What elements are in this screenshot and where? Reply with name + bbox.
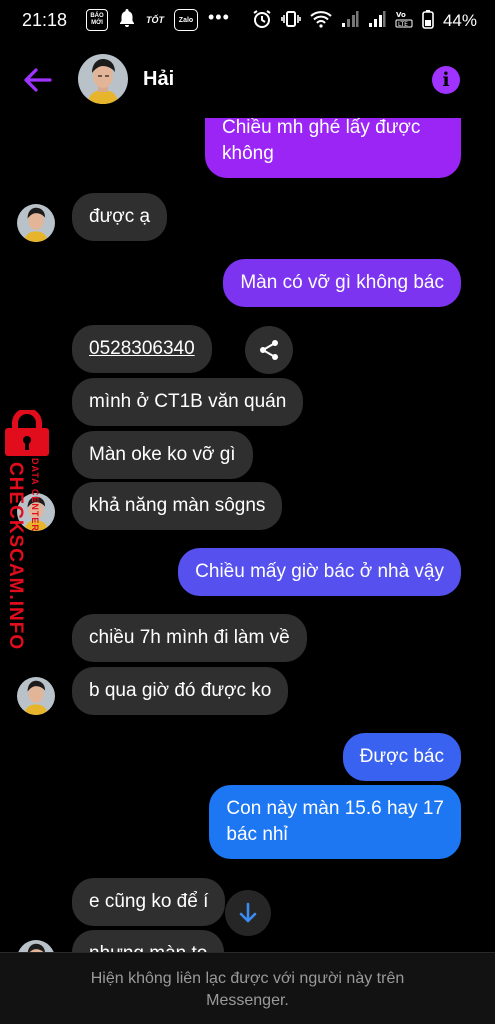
zalo-app-icon: Zalo — [174, 9, 198, 31]
volte-icon: Vo LTE — [395, 9, 413, 34]
info-icon[interactable]: i — [432, 66, 460, 94]
message-list[interactable]: Chiều mh ghé lấy được không được ạ Màn c… — [0, 118, 495, 952]
contact-avatar-small — [17, 204, 55, 242]
checkscam-watermark: CHECKSCAM.INFO DATA CENTER — [0, 408, 60, 651]
alarm-icon — [252, 9, 272, 34]
message-bubble-in[interactable]: nhưng màn to — [72, 930, 225, 952]
message-bubble-in[interactable]: b qua giờ đó được ko — [72, 667, 289, 715]
message-bubble-out[interactable]: Con này màn 15.6 hay 17 bác nhỉ — [209, 785, 461, 859]
more-notifications-icon: ••• — [208, 6, 230, 27]
bell-icon — [118, 8, 136, 33]
back-arrow-icon[interactable] — [22, 64, 54, 96]
chat-header: Hải i — [0, 42, 495, 118]
vibrate-icon — [281, 9, 301, 34]
contact-avatar-small — [17, 677, 55, 715]
message-bubble-out[interactable]: Màn có vỡ gì không bác — [223, 259, 461, 307]
messenger-screen: 21:18 BÁO MỚI TỐT Zalo ••• Vo LTE 44% Hả… — [0, 0, 495, 1024]
message-bubble-out[interactable]: Chiều mh ghé lấy được không — [205, 118, 461, 178]
contact-avatar[interactable] — [78, 54, 128, 104]
share-icon[interactable] — [245, 326, 293, 374]
message-bubble-in[interactable]: mình ở CT1B văn quán — [72, 378, 304, 426]
status-bar: 21:18 BÁO MỚI TỐT Zalo ••• Vo LTE 44% — [0, 0, 495, 42]
wifi-icon — [310, 10, 332, 33]
phone-number-link[interactable]: 0528306340 — [72, 325, 212, 373]
notification-icons: BÁO MỚI TỐT Zalo ••• — [86, 6, 230, 33]
svg-text:LTE: LTE — [398, 21, 408, 28]
message-bubble-in[interactable]: e cũng ko để í — [72, 878, 226, 926]
message-bubble-out[interactable]: Chiều mấy giờ bác ở nhà vậy — [178, 548, 461, 596]
svg-text:Vo: Vo — [396, 11, 406, 19]
baomoi-app-icon: BÁO MỚI — [86, 9, 108, 31]
tot-app-icon: TỐT — [146, 15, 164, 25]
contact-avatar-small — [17, 940, 55, 952]
message-bubble-in[interactable]: chiều 7h mình đi làm về — [72, 614, 307, 662]
unavailable-notice: Hiện không liên lạc được với người này t… — [0, 952, 495, 1024]
watermark-subtext: DATA CENTER — [30, 458, 40, 532]
message-bubble-out[interactable]: Được bác — [342, 733, 461, 781]
signal-lte-icon — [368, 10, 386, 33]
system-icons: Vo LTE 44% — [252, 9, 477, 33]
message-bubble-in[interactable]: khả năng màn sôgns — [72, 482, 283, 530]
message-bubble-in[interactable]: được ạ — [72, 193, 168, 241]
message-bubble-in[interactable]: Màn oke ko vỡ gì — [72, 431, 253, 479]
battery-level: 44% — [442, 11, 477, 30]
unavailable-notice-text: Hiện không liên lạc được với người này t… — [90, 970, 405, 1009]
scroll-down-icon[interactable] — [225, 890, 271, 936]
contact-name[interactable]: Hải — [143, 68, 174, 91]
battery-icon — [422, 9, 434, 34]
signal-icon — [341, 10, 359, 33]
status-time: 21:18 — [22, 10, 68, 30]
watermark-text: CHECKSCAM.INFO — [5, 462, 26, 651]
lock-icon — [3, 408, 51, 461]
